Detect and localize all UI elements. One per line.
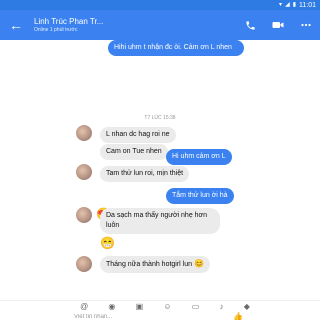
status-bar: ▾ ◢ ▮ 11:01 [0,0,320,10]
status-time: 11:01 [299,1,316,9]
emoji-icon[interactable]: ☺ [163,303,171,311]
battery-icon: ▮ [292,2,296,8]
contact-info[interactable]: Linh Trúc Phan Tr... Online 1 phút trước [34,17,236,34]
signal-icon: ◢ [285,2,290,8]
grinning-emoji-icon: 😁 [100,236,115,250]
arrow-left-icon: ← [9,17,23,33]
avatar[interactable] [76,164,92,180]
message-incoming[interactable]: Da sạch ma thấy người nhẹ hơn luôn [100,208,220,234]
image-icon[interactable]: ▣ [136,303,144,311]
video-call-button[interactable] [264,10,292,40]
contact-name: Linh Trúc Phan Tr... [34,16,104,26]
message-outgoing[interactable]: Tắm thử lun ời hà [166,188,234,204]
phone-icon [245,20,255,30]
message-timestamp: T7 LÚC 15:38 [144,115,176,121]
microphone-icon[interactable]: ♪ [220,303,224,311]
thumbs-up-icon[interactable]: 👍 [233,312,243,320]
message-text: Tháng nữa thành hotgirl lun [106,261,193,268]
composer: @ ◉ ▣ ☺ ▭ ♪ ◆ 👍 [0,300,320,320]
wifi-icon: ▾ [279,2,283,8]
avatar[interactable] [76,207,92,223]
video-camera-icon [272,22,284,28]
message-list[interactable]: Hihi uhm t nhận đc òi. Cảm ơn L nhen T7 … [0,40,320,300]
more-button[interactable] [292,10,320,40]
contact-status: Online 1 phút trước [34,26,78,33]
message-outgoing[interactable]: Hihi uhm t nhận đc òi. Cảm ơn L nhen [108,40,244,56]
message-incoming[interactable]: Tam thử lun roi, mịn thiệt [100,166,190,182]
back-button[interactable]: ← [4,10,28,40]
location-icon[interactable]: ◆ [244,303,250,311]
call-button[interactable] [236,10,264,40]
message-incoming[interactable]: Tháng nữa thành hotgirl lun 😊 [100,256,210,273]
avatar[interactable] [76,256,92,272]
message-outgoing[interactable]: Hi uhm cảm ơn L [166,149,232,165]
camera-icon[interactable]: ◉ [108,303,115,311]
smile-emoji-icon: 😊 [193,259,204,268]
more-icon [301,23,311,27]
avatar[interactable] [76,125,92,141]
message-input[interactable] [74,312,224,320]
chat-header: ← Linh Trúc Phan Tr... Online 1 phút trư… [0,10,320,40]
message-incoming[interactable]: Cam on Tue nhen [100,144,168,160]
message-incoming[interactable]: L nhan dc hag roi ne [100,127,176,143]
mention-icon[interactable]: @ [80,303,88,311]
gif-icon[interactable]: ▭ [192,303,200,311]
